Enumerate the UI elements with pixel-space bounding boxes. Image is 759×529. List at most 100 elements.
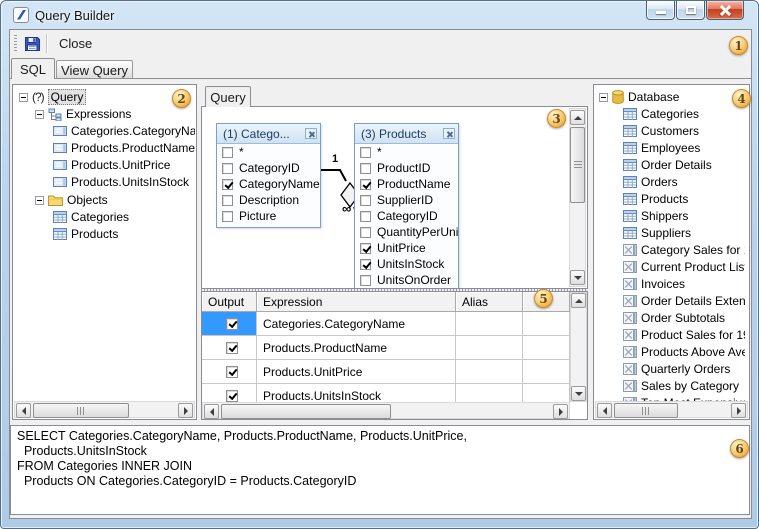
scroll-down-icon[interactable] [570, 270, 585, 285]
column-checkbox[interactable] [360, 195, 371, 206]
column-checkbox[interactable] [360, 179, 371, 190]
tree-item-expression[interactable]: Products.UnitsInStock [53, 174, 195, 190]
scroll-right-icon[interactable] [553, 404, 568, 419]
scroll-down-icon[interactable] [571, 386, 586, 401]
tree-item-table[interactable]: Customers [623, 123, 745, 139]
tab-designer-query[interactable]: Query [205, 86, 251, 107]
tab-view-query[interactable]: View Query [56, 60, 133, 79]
tab-sql[interactable]: SQL [11, 58, 55, 79]
tree-item-view[interactable]: Quarterly Orders [623, 361, 745, 377]
tree-item-table[interactable]: Suppliers [623, 225, 745, 241]
scroll-thumb[interactable] [570, 127, 585, 203]
scroll-right-icon[interactable] [731, 403, 746, 418]
table-box-header[interactable]: (1) Catego... [217, 124, 320, 144]
expression-cell[interactable]: Products.UnitPrice [257, 360, 456, 384]
column-row[interactable]: QuantityPerUnit [355, 224, 458, 240]
grid-vscrollbar[interactable] [570, 292, 587, 402]
table-box-categories[interactable]: (1) Catego... * CategoryID CategoryName … [216, 123, 321, 228]
close-window-button[interactable] [706, 1, 744, 20]
scroll-thumb[interactable] [614, 403, 678, 418]
expression-cell[interactable]: Categories.CategoryName [257, 312, 456, 336]
table-box-header[interactable]: (3) Products [355, 124, 458, 144]
sql-preview[interactable]: SELECT Categories.CategoryName, Products… [10, 425, 750, 515]
save-button[interactable] [21, 34, 43, 54]
titlebar[interactable]: Query Builder [1, 1, 758, 29]
column-row[interactable]: UnitsOnOrder [355, 272, 458, 288]
column-row[interactable]: UnitPrice [355, 240, 458, 256]
column-row[interactable]: SupplierID [355, 192, 458, 208]
column-row[interactable]: * [355, 144, 458, 160]
tree-item-view[interactable]: Current Product List [623, 259, 745, 275]
column-checkbox[interactable] [222, 211, 233, 222]
column-checkbox[interactable] [360, 211, 371, 222]
tree-item-expressions[interactable]: Expressions [35, 106, 131, 122]
table-box-products[interactable]: (3) Products * ProductID ProductName Sup… [354, 123, 459, 289]
scroll-thumb[interactable] [221, 404, 391, 419]
output-checkbox[interactable] [226, 342, 238, 354]
column-row[interactable]: CategoryID [217, 160, 320, 176]
extra-cell[interactable] [523, 336, 570, 360]
remove-table-icon[interactable] [443, 128, 455, 139]
column-checkbox[interactable] [360, 259, 371, 270]
minimize-button[interactable] [646, 1, 675, 20]
column-checkbox[interactable] [222, 179, 233, 190]
extra-cell[interactable] [523, 360, 570, 384]
grid-header-output[interactable]: Output [202, 292, 257, 312]
column-checkbox[interactable] [360, 275, 371, 286]
tree-item-expression[interactable]: Products.UnitPrice [53, 157, 195, 173]
scroll-left-icon[interactable] [597, 403, 612, 418]
output-checkbox[interactable] [226, 366, 238, 378]
scroll-right-icon[interactable] [178, 403, 193, 418]
diagram-pane[interactable]: 1 ∞ (1) Catego... * CategoryID CategoryN… [201, 106, 588, 289]
column-row[interactable]: ProductID [355, 160, 458, 176]
tree-item-table[interactable]: Categories [53, 209, 195, 225]
column-row[interactable]: CategoryName [217, 176, 320, 192]
tree-item-view[interactable]: Products Above Average [623, 344, 745, 360]
expression-cell[interactable]: Products.ProductName [257, 336, 456, 360]
collapse-icon[interactable] [35, 196, 44, 205]
column-checkbox[interactable] [222, 195, 233, 206]
column-checkbox[interactable] [360, 147, 371, 158]
grid-hscrollbar[interactable] [202, 402, 570, 419]
grid-header-alias[interactable]: Alias [456, 292, 523, 312]
column-checkbox[interactable] [360, 227, 371, 238]
tree-item-table[interactable]: Products [53, 226, 195, 242]
grid-header-expression[interactable]: Expression [257, 292, 456, 312]
collapse-icon[interactable] [599, 93, 608, 102]
output-checkbox[interactable] [226, 318, 238, 330]
tree-item-table[interactable]: Products [623, 191, 745, 207]
tree-item-table[interactable]: Orders [623, 174, 745, 190]
alias-cell[interactable] [456, 360, 523, 384]
tree-item-objects[interactable]: Objects [35, 192, 108, 208]
tree-item-table[interactable]: Order Details [623, 157, 745, 173]
tree-item-expression[interactable]: Products.ProductName [53, 140, 195, 156]
column-row[interactable]: Description [217, 192, 320, 208]
tree-item-database-root[interactable]: Database [599, 89, 679, 105]
column-row[interactable]: Picture [217, 208, 320, 224]
scroll-thumb[interactable] [33, 403, 129, 418]
scroll-left-icon[interactable] [204, 404, 219, 419]
tree-item-view[interactable]: Product Sales for 1997 [623, 327, 745, 343]
right-panel-hscrollbar[interactable] [595, 401, 748, 418]
alias-cell[interactable] [456, 312, 523, 336]
remove-table-icon[interactable] [305, 128, 317, 139]
tree-item-view[interactable]: Invoices [623, 276, 745, 292]
tree-item-table[interactable]: Employees [623, 140, 745, 156]
collapse-icon[interactable] [19, 93, 28, 102]
tree-item-view[interactable]: Order Details Extended [623, 293, 745, 309]
left-panel-hscrollbar[interactable] [14, 401, 195, 418]
scroll-up-icon[interactable] [571, 293, 586, 308]
column-row[interactable]: * [217, 144, 320, 160]
tree-item-table[interactable]: Shippers [623, 208, 745, 224]
alias-cell[interactable] [456, 336, 523, 360]
column-checkbox[interactable] [360, 243, 371, 254]
diagram-vscrollbar[interactable] [569, 108, 586, 287]
tree-item-table[interactable]: Categories [623, 106, 745, 122]
tree-item-view[interactable]: Category Sales for 1997 [623, 242, 745, 258]
tree-item-view[interactable]: Sales by Category [623, 378, 745, 394]
column-checkbox[interactable] [360, 163, 371, 174]
toolbar-grip[interactable] [14, 35, 17, 52]
tree-item-expression[interactable]: Categories.CategoryName [53, 123, 195, 139]
column-row[interactable]: UnitsInStock [355, 256, 458, 272]
expression-grid[interactable]: Output Expression Alias Categories.Categ… [201, 291, 588, 420]
